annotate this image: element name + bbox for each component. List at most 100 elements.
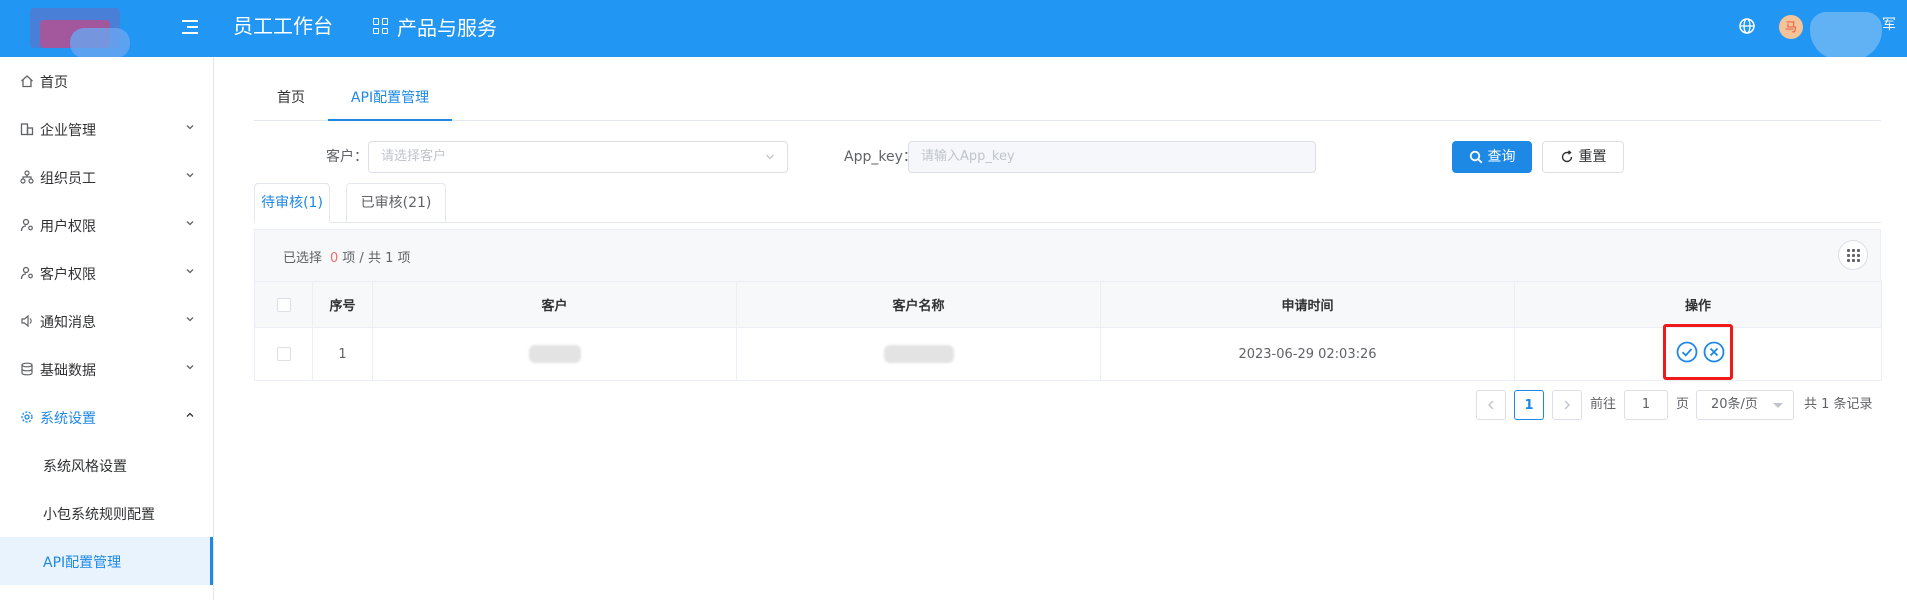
table-row: 1 2023-06-29 02:03:26 xyxy=(254,324,1882,381)
reset-button[interactable]: 重置 xyxy=(1542,141,1624,173)
select-all-checkbox[interactable] xyxy=(276,297,291,312)
user-name-tail: 军 xyxy=(1882,17,1896,33)
selection-suffix: 项 / 共 1 项 xyxy=(342,251,411,266)
sidebar-item-label: 基础数据 xyxy=(40,363,96,379)
column-settings-button[interactable] xyxy=(1838,240,1868,270)
row-select-cell xyxy=(254,327,313,381)
sidebar-subitem-api-config[interactable]: API配置管理 xyxy=(0,537,213,585)
building-icon xyxy=(20,123,34,136)
sidebar-item-label: 企业管理 xyxy=(40,123,96,139)
chevron-left-icon xyxy=(1488,400,1494,410)
workbench-title[interactable]: 员工工作台 xyxy=(233,13,333,39)
data-table: 序号 客户 客户名称 申请时间 操作 1 2023-06-29 02:03:26 xyxy=(254,281,1882,381)
grid-dots-icon xyxy=(1846,248,1860,262)
sidebar-item-organization[interactable]: 组织员工 xyxy=(0,153,213,201)
sidebar-item-label: 通知消息 xyxy=(40,315,96,331)
sidebar-item-system-settings[interactable]: 系统设置 xyxy=(0,393,213,441)
table-toolbar: 已选择 0 项 / 共 1 项 xyxy=(254,229,1881,281)
next-page-button[interactable] xyxy=(1552,390,1582,420)
chevron-up-icon xyxy=(186,412,194,417)
actions-highlight-box xyxy=(1663,324,1733,380)
cell-actions xyxy=(1514,324,1882,381)
top-header: 员工工作台 产品与服务 马 军 xyxy=(0,0,1907,60)
chevron-down-icon xyxy=(186,221,194,226)
speaker-icon xyxy=(21,314,32,328)
chevron-down-icon xyxy=(766,154,774,160)
appkey-input[interactable]: 请输入App_key xyxy=(908,141,1316,173)
appkey-input-placeholder: 请输入App_key xyxy=(921,149,1015,164)
column-header: 客户 xyxy=(372,281,737,328)
main-content: 首页 API配置管理 客户： 请选择客户 App_key： 请输入App_key… xyxy=(214,57,1907,600)
row-checkbox[interactable] xyxy=(276,347,291,361)
page-1-button[interactable]: 1 xyxy=(1514,390,1544,420)
sidebar-item-home[interactable]: 首页 xyxy=(0,57,213,105)
cell-apply-time: 2023-06-29 02:03:26 xyxy=(1100,327,1515,381)
products-services-label: 产品与服务 xyxy=(397,15,497,40)
home-icon xyxy=(21,75,33,88)
sidebar-subitem-style-settings[interactable]: 系统风格设置 xyxy=(0,441,213,489)
database-icon xyxy=(21,362,33,376)
selection-info: 已选择 0 项 / 共 1 项 xyxy=(283,247,410,266)
org-icon xyxy=(20,170,34,184)
chevron-down-icon xyxy=(186,269,194,274)
gear-icon xyxy=(21,411,33,423)
page-size-select[interactable]: 20条/页 xyxy=(1696,390,1794,420)
sidebar-item-customer-permissions[interactable]: 客户权限 xyxy=(0,249,213,297)
customer-label: 客户： xyxy=(326,149,368,165)
reject-icon[interactable] xyxy=(1703,341,1725,363)
sidebar-subitem-parcel-rules[interactable]: 小包系统规则配置 xyxy=(0,489,213,537)
chevron-down-icon xyxy=(186,125,194,130)
chevron-down-icon xyxy=(186,173,194,178)
page-unit-label: 页 xyxy=(1676,397,1690,412)
sidebar-item-label: 首页 xyxy=(40,75,68,91)
search-icon xyxy=(1469,150,1482,164)
appkey-label: App_key： xyxy=(844,149,917,165)
sidebar-item-user-permissions[interactable]: 用户权限 xyxy=(0,201,213,249)
chevron-right-icon xyxy=(1564,400,1570,410)
customer-key-icon xyxy=(20,266,33,280)
selection-prefix: 已选择 xyxy=(283,251,323,266)
tab-home[interactable]: 首页 xyxy=(254,85,328,121)
column-header: 申请时间 xyxy=(1100,281,1515,328)
total-records: 共 1 条记录 xyxy=(1804,397,1873,412)
tab-reviewed[interactable]: 已审核(21) xyxy=(346,183,446,223)
products-services-menu[interactable]: 产品与服务 xyxy=(373,13,497,40)
approve-icon[interactable] xyxy=(1676,341,1698,363)
redacted-customer xyxy=(528,345,581,363)
search-button[interactable]: 查询 xyxy=(1452,141,1532,173)
goto-label: 前往 xyxy=(1590,397,1617,412)
company-logo[interactable] xyxy=(30,8,134,58)
table-header-row: 序号 客户 客户名称 申请时间 操作 xyxy=(254,281,1882,328)
menu-toggle-icon[interactable] xyxy=(178,17,198,37)
cell-customer-name xyxy=(736,327,1101,381)
status-tabs: 待审核(1) 已审核(21) xyxy=(254,183,1881,223)
avatar[interactable]: 马 xyxy=(1779,15,1803,39)
page-tabs: 首页 API配置管理 xyxy=(254,85,1881,121)
sidebar-subitem-label: 小包系统规则配置 xyxy=(43,507,155,523)
prev-page-button[interactable] xyxy=(1476,390,1506,420)
chevron-down-icon xyxy=(186,365,194,370)
goto-page-input[interactable]: 1 xyxy=(1624,390,1668,420)
selected-count: 0 xyxy=(330,251,339,266)
tab-pending-review[interactable]: 待审核(1) xyxy=(254,183,330,223)
column-header: 客户名称 xyxy=(736,281,1101,328)
customer-select[interactable]: 请选择客户 xyxy=(368,141,788,173)
user-key-icon xyxy=(20,218,33,232)
caret-down-icon xyxy=(1773,403,1783,408)
sidebar-subitem-label: API配置管理 xyxy=(43,555,122,571)
select-all-cell xyxy=(254,281,313,328)
sidebar-item-label: 用户权限 xyxy=(40,219,96,235)
sidebar-item-base-data[interactable]: 基础数据 xyxy=(0,345,213,393)
tab-api-config[interactable]: API配置管理 xyxy=(328,85,452,121)
sidebar-item-notifications[interactable]: 通知消息 xyxy=(0,297,213,345)
reset-button-label: 重置 xyxy=(1578,149,1607,165)
sidebar-item-enterprise[interactable]: 企业管理 xyxy=(0,105,213,153)
column-header: 操作 xyxy=(1514,281,1882,328)
sidebar-subitem-label: 系统风格设置 xyxy=(43,459,127,475)
user-name-redacted[interactable] xyxy=(1810,12,1882,60)
redacted-customer-name xyxy=(883,345,954,363)
customer-select-placeholder: 请选择客户 xyxy=(381,149,447,164)
search-button-label: 查询 xyxy=(1487,149,1516,165)
sidebar: 首页 企业管理 组织员工 用户权限 客户权限 通知消息 基础数据 系统设置 系统… xyxy=(0,57,214,600)
globe-icon[interactable] xyxy=(1738,17,1756,35)
